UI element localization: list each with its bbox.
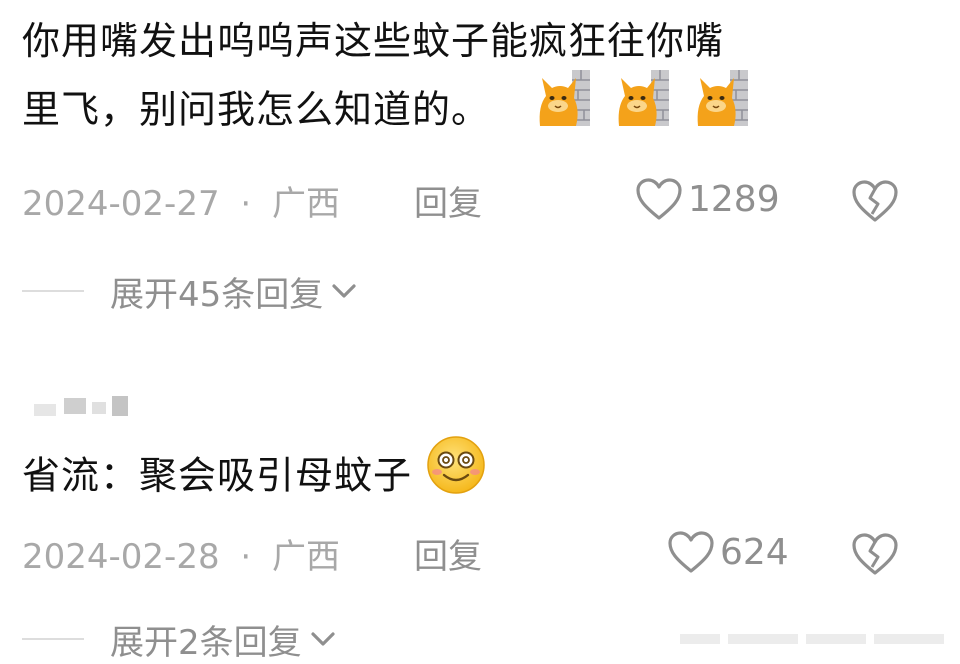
broken-heart-icon — [852, 533, 898, 575]
watermark — [680, 630, 950, 648]
comment-date-location: 2024-02-27 · 广西 — [22, 176, 340, 225]
comment-date: 2024-02-28 — [22, 537, 220, 577]
cat-peeking-wall-icon — [536, 66, 592, 146]
broken-heart-icon — [852, 180, 898, 222]
comment-date-location: 2024-02-28 · 广西 — [22, 529, 340, 578]
divider-line — [22, 638, 84, 640]
comment-1-meta: 2024-02-27 · 广西 回复 1289 — [22, 176, 920, 226]
expand-replies-label: 展开2条回复 — [110, 622, 302, 663]
meta-separator: · — [240, 537, 252, 577]
expand-replies-button[interactable]: 展开2条回复 — [22, 616, 338, 663]
meta-separator: · — [240, 184, 252, 224]
cat-peeking-wall-icon — [615, 66, 671, 146]
reply-button[interactable]: 回复 — [414, 529, 482, 578]
comment-text: 省流：聚会吸引母蚊子 — [22, 436, 920, 518]
like-count: 1289 — [688, 178, 780, 220]
comment-1: 你用嘴发出呜呜声这些蚊子能疯狂往你嘴 里飞，别问我怎么知道的。 — [22, 10, 920, 152]
comment-2-meta: 2024-02-28 · 广西 回复 624 — [22, 529, 920, 579]
comment-text-line-2: 里飞，别问我怎么知道的。 — [22, 87, 491, 132]
comment-location: 广西 — [272, 184, 341, 224]
like-button[interactable]: 624 — [666, 529, 789, 575]
comment-date: 2024-02-27 — [22, 184, 220, 224]
chevron-down-icon — [311, 632, 335, 646]
expand-replies-button[interactable]: 展开45条回复 — [22, 268, 359, 315]
heart-icon — [668, 531, 714, 573]
username-blurred[interactable] — [34, 396, 130, 418]
like-count: 624 — [720, 531, 789, 573]
chevron-down-icon — [332, 284, 356, 298]
divider-line — [22, 290, 84, 292]
dislike-button[interactable] — [850, 531, 900, 586]
cat-peeking-wall-icon — [694, 66, 750, 146]
expand-replies-label: 展开45条回复 — [110, 274, 324, 315]
reply-button[interactable]: 回复 — [414, 176, 482, 225]
blushing-smile-emoji-icon — [425, 434, 487, 514]
comment-text-line: 省流：聚会吸引母蚊子 — [22, 453, 413, 498]
dislike-button[interactable] — [850, 178, 900, 233]
comment-text: 你用嘴发出呜呜声这些蚊子能疯狂往你嘴 里飞，别问我怎么知道的。 — [22, 10, 920, 152]
heart-icon — [636, 178, 682, 220]
comment-2: 省流：聚会吸引母蚊子 — [22, 436, 920, 518]
comment-text-line-1: 你用嘴发出呜呜声这些蚊子能疯狂往你嘴 — [22, 19, 725, 63]
comment-location: 广西 — [272, 537, 341, 577]
like-button[interactable]: 1289 — [634, 176, 780, 222]
